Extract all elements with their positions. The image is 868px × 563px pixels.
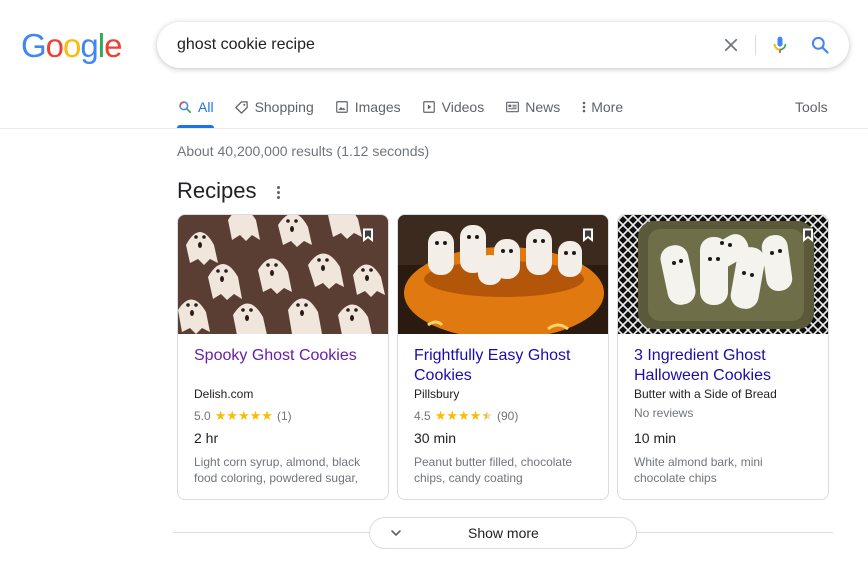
review-count: (90) <box>496 409 519 423</box>
logo-letter: o <box>45 27 64 64</box>
google-logo[interactable]: Google <box>21 27 122 64</box>
star-rating-icon: ★★★★★ <box>214 408 273 423</box>
voice-search-button[interactable] <box>768 33 792 57</box>
recipe-time: 30 min <box>414 430 457 446</box>
recipe-card[interactable]: 3 Ingredient Ghost Halloween Cookies But… <box>617 214 829 500</box>
rating-value: 4.5 <box>414 409 431 423</box>
show-more-label: Show more <box>468 525 539 541</box>
tab-news[interactable]: News <box>504 96 560 118</box>
recipe-ingredients: White almond bark, mini chocolate chips <box>634 455 763 485</box>
tab-shopping[interactable]: Shopping <box>234 96 314 118</box>
more-vert-icon <box>580 99 588 115</box>
tools-button[interactable]: Tools <box>795 99 828 115</box>
tab-videos[interactable]: Videos <box>421 96 485 118</box>
search-box-divider <box>755 35 756 55</box>
recipe-image <box>398 215 608 334</box>
result-stats: About 40,200,000 results (1.12 seconds) <box>177 143 430 159</box>
recipe-image <box>618 215 828 334</box>
search-icon <box>811 36 829 54</box>
tab-label: Videos <box>441 99 485 115</box>
recipe-ingredients: Peanut butter filled, chocolate chips, c… <box>414 455 573 485</box>
recipe-source: Delish.com <box>194 387 254 401</box>
close-icon <box>724 38 738 52</box>
tab-all[interactable]: All <box>177 96 214 118</box>
header-divider <box>0 128 868 129</box>
recipe-ingredients: Light corn syrup, almond, black food col… <box>194 455 361 485</box>
review-count: (1) <box>276 409 292 423</box>
clear-search-button[interactable] <box>719 33 743 57</box>
recipe-source: Butter with a Side of Bread <box>634 387 777 401</box>
recipe-title[interactable]: 3 Ingredient Ghost Halloween Cookies <box>634 346 816 386</box>
recipe-card-body: Spooky Ghost Cookies Delish.com 5.0 ★★★★… <box>194 346 376 486</box>
logo-letter: o <box>63 27 81 64</box>
recipe-time: 10 min <box>634 430 677 446</box>
dot <box>276 190 280 194</box>
search-button[interactable] <box>808 33 832 57</box>
logo-letter: g <box>80 27 98 64</box>
recipe-card[interactable]: Spooky Ghost Cookies Delish.com 5.0 ★★★★… <box>177 214 389 500</box>
recipe-rating: 5.0 ★★★★★ (1) <box>194 408 376 424</box>
show-more-button[interactable]: Show more <box>369 517 637 549</box>
rating-value: 5.0 <box>194 409 211 423</box>
recipe-card-body: 3 Ingredient Ghost Halloween Cookies But… <box>634 346 816 486</box>
tab-label: All <box>198 99 214 115</box>
bookmark-icon <box>803 228 813 242</box>
search-box[interactable]: ghost cookie recipe <box>157 22 849 68</box>
tab-more[interactable]: More <box>580 96 623 118</box>
recipe-card-body: Frightfully Easy Ghost Cookies Pillsbury… <box>414 346 596 486</box>
logo-letter: e <box>104 27 122 64</box>
star-rating-icon: ★★★★★ <box>434 408 493 423</box>
search-tabs: All Shopping Images Videos News More <box>177 96 643 129</box>
recipe-time: 2 hr <box>194 430 219 446</box>
save-recipe-button[interactable] <box>799 226 817 244</box>
recipe-title[interactable]: Spooky Ghost Cookies <box>194 346 376 366</box>
tab-label: News <box>525 99 561 115</box>
search-input[interactable]: ghost cookie recipe <box>177 35 315 55</box>
recipe-image <box>178 215 388 334</box>
recipe-card[interactable]: Frightfully Easy Ghost Cookies Pillsbury… <box>397 214 609 500</box>
tab-label: Shopping <box>254 99 314 115</box>
save-recipe-button[interactable] <box>359 226 377 244</box>
recipes-options-button[interactable] <box>272 182 284 202</box>
play-icon <box>421 99 437 115</box>
recipe-no-reviews: No reviews <box>634 406 694 420</box>
search-results-page: Google ghost cookie recipe All Shopping … <box>0 0 868 563</box>
image-icon <box>334 99 350 115</box>
tab-label: More <box>591 99 624 115</box>
mic-icon <box>773 36 787 53</box>
recipe-rating: 4.5 ★★★★★ (90) <box>414 408 596 424</box>
bookmark-icon <box>363 228 373 242</box>
bookmark-icon <box>583 228 593 242</box>
save-recipe-button[interactable] <box>579 226 597 244</box>
chevron-down-icon <box>388 525 404 546</box>
logo-letter: G <box>21 27 47 64</box>
tab-images[interactable]: Images <box>334 96 401 118</box>
recipe-source: Pillsbury <box>414 387 460 401</box>
dot <box>276 185 280 189</box>
dot <box>276 195 280 199</box>
recipes-heading: Recipes <box>177 178 257 203</box>
news-icon <box>504 99 520 115</box>
tag-icon <box>234 99 250 115</box>
recipe-title[interactable]: Frightfully Easy Ghost Cookies <box>414 346 596 386</box>
search-icon <box>177 99 193 115</box>
tab-label: Images <box>354 99 401 115</box>
